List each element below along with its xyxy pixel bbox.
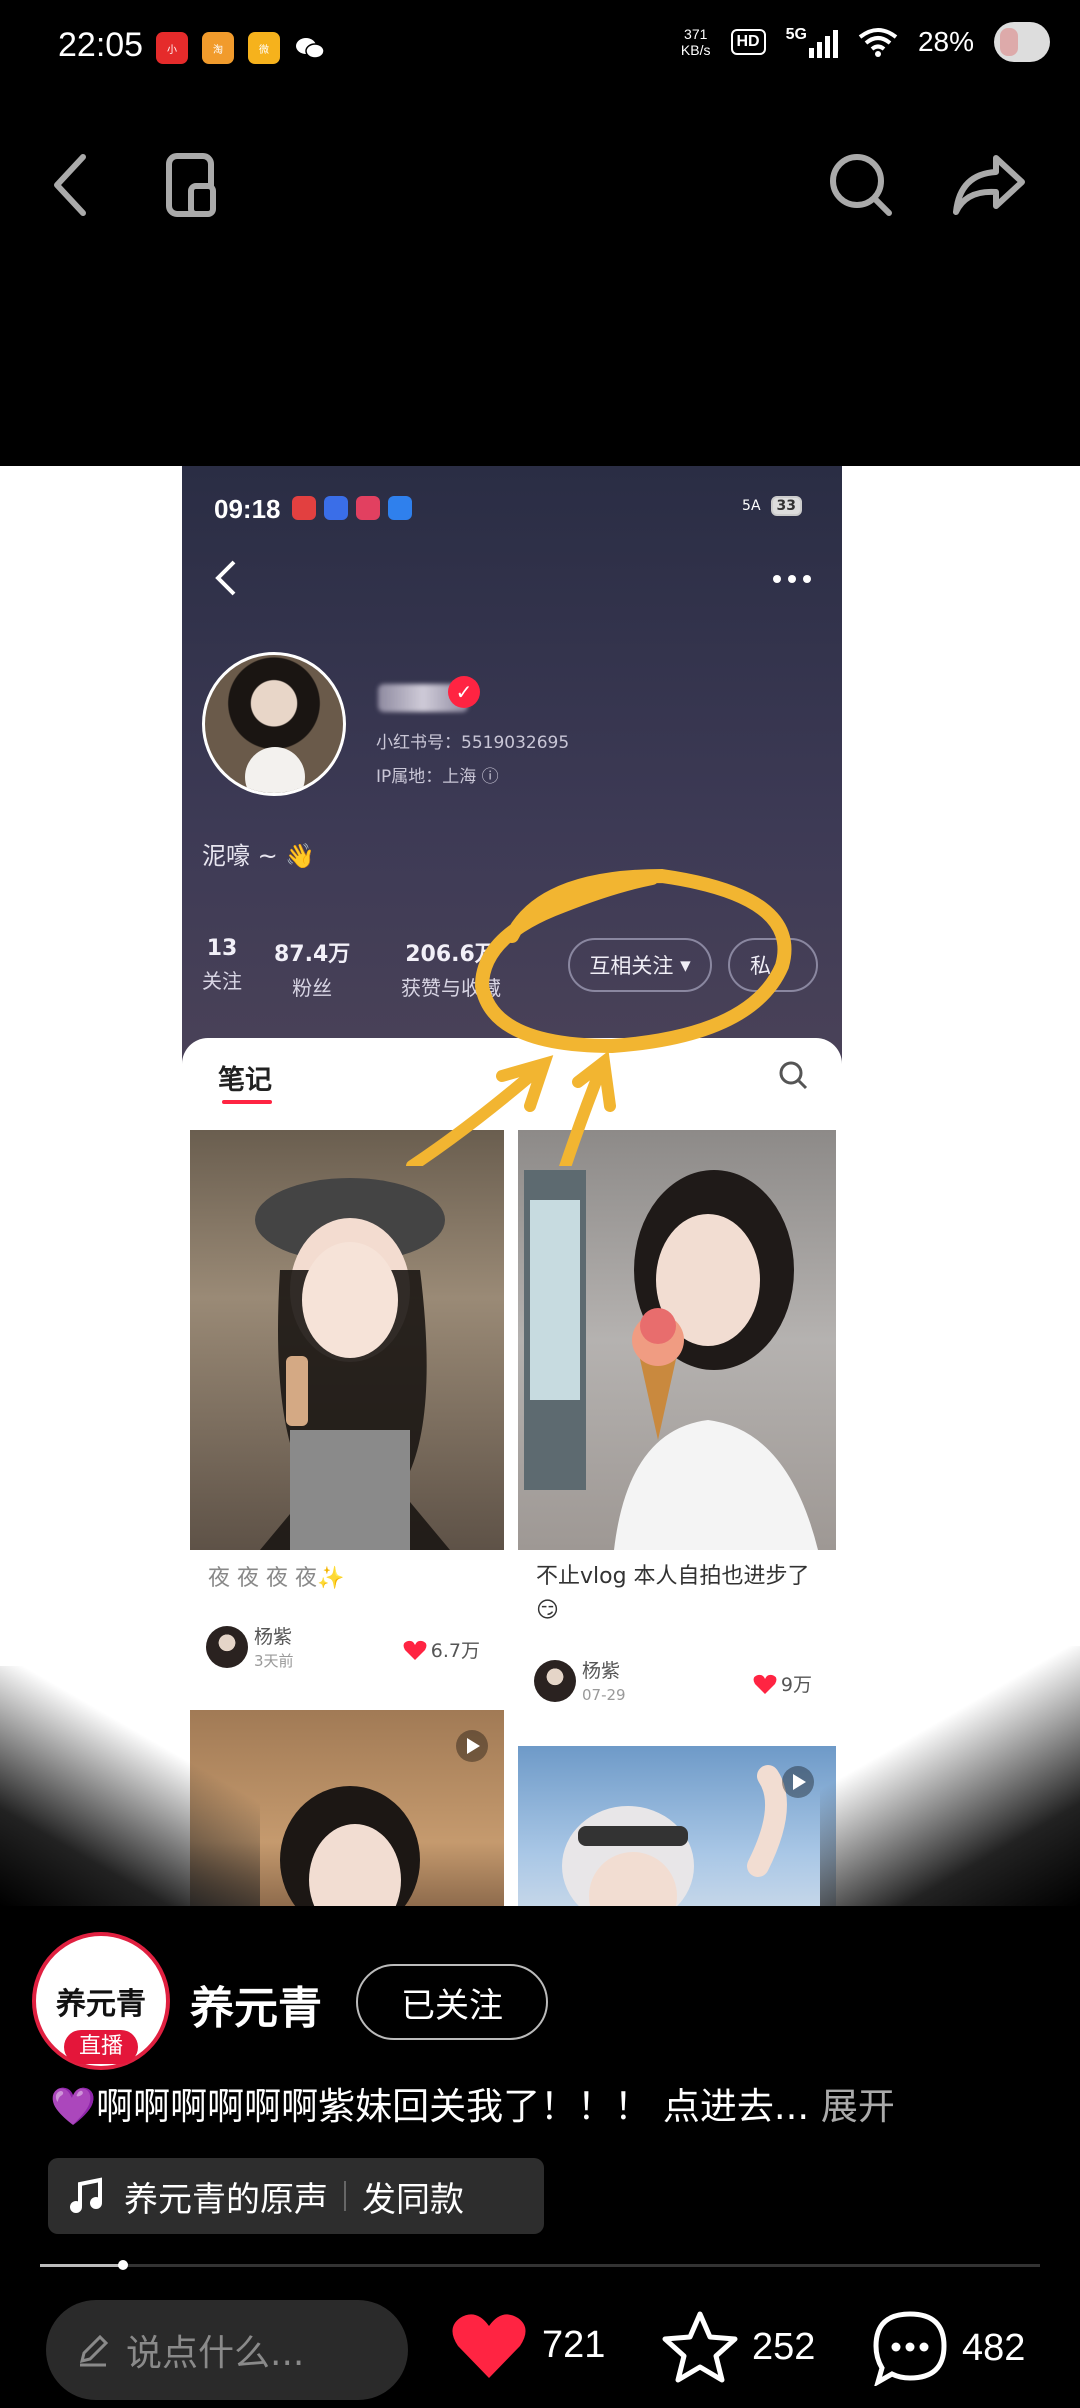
author-name[interactable]: 养元青 — [190, 1972, 322, 2036]
floating-window-icon — [166, 153, 216, 217]
share-button[interactable] — [944, 140, 1034, 230]
note-card-date: 07-29 — [582, 1686, 626, 1704]
note-card-title: 夜 夜 夜 夜✨ — [208, 1566, 345, 1591]
expand-link[interactable]: 展开 — [821, 2085, 895, 2128]
note-card-image — [190, 1130, 504, 1550]
note-card-title: 不止vlog 本人自拍也进步了😏 — [536, 1564, 810, 1623]
note-card: 不止vlog 本人自拍也进步了😏 杨紫 07-29 9万 — [518, 1130, 836, 1730]
battery-icon — [994, 22, 1050, 62]
highlight-circle-annotation — [406, 868, 792, 1166]
comment-button[interactable]: 482 — [872, 2310, 1025, 2386]
video-caption[interactable]: 💜啊啊啊啊啊啊紫妹回关我了！！！ 点进去... 展开 — [50, 2076, 895, 2130]
cell-signal-icon: 5G — [786, 26, 838, 58]
heart-icon — [452, 2314, 526, 2378]
note-card-image — [518, 1130, 836, 1550]
shopping-app-icon: 淘 — [202, 32, 234, 64]
note-card-likes: 6.7万 — [403, 1636, 480, 1663]
status-time: 22:05 — [58, 26, 144, 64]
top-navigation — [0, 140, 1080, 230]
note-card-like-count: 9万 — [780, 1674, 812, 1696]
music-divider — [344, 2181, 346, 2211]
comment-count: 482 — [962, 2326, 1026, 2369]
notification-icons: 小 淘 微 — [156, 32, 326, 64]
bottom-action-bar: 说点什么... 721 252 482 — [0, 2300, 1080, 2408]
favorite-button[interactable]: 252 — [662, 2310, 815, 2384]
live-badge[interactable]: 直播 — [64, 2030, 138, 2064]
comment-placeholder: 说点什么... — [126, 2333, 305, 2374]
star-icon — [662, 2311, 738, 2383]
note-card-avatar — [534, 1660, 576, 1702]
video-player[interactable]: 09:18 5A 33 ✓ 小红书号：5519032695 IP属地：上海 ⓘ … — [0, 466, 1080, 1906]
video-fade-right — [820, 1646, 1080, 1906]
caption-text: 💜啊啊啊啊啊啊紫妹回关我了！！！ 点进去... — [50, 2085, 810, 2128]
author-row: 养元青 直播 养元青 已关注 — [26, 1926, 1056, 2070]
comment-bubble-icon — [873, 2311, 947, 2386]
heart-icon — [403, 1640, 427, 1660]
system-indicators: 371 KB/s HD 5G 28% — [681, 22, 1050, 62]
note-card: 夜 夜 夜 夜✨ 杨紫 3天前 6.7万 — [190, 1130, 504, 1696]
weibo-app-icon: 微 — [248, 32, 280, 64]
music-chip[interactable]: 养元青的原声 发同款 — [48, 2158, 544, 2234]
network-speed-unit: KB/s — [680, 42, 711, 58]
video-progress-bar[interactable] — [40, 2260, 1040, 2270]
music-note-icon — [70, 2177, 102, 2213]
back-arrow-icon — [54, 154, 86, 216]
network-speed-value: 371 — [684, 26, 708, 42]
comment-input[interactable]: 说点什么... — [46, 2300, 408, 2400]
xiaohongshu-app-icon: 小 — [156, 32, 188, 64]
notes-panel: 笔记 夜 夜 夜 夜✨ 杨紫 3天前 6.7万 不止vlog 本人自拍也进步了😏… — [182, 1038, 842, 1906]
note-card — [518, 1746, 836, 1906]
favorite-count: 252 — [752, 2325, 816, 2368]
follow-button[interactable]: 已关注 — [356, 1964, 548, 2040]
video-frame-profile-screenshot: 09:18 5A 33 ✓ 小红书号：5519032695 IP属地：上海 ⓘ … — [182, 466, 842, 1906]
video-fade-left — [0, 1666, 260, 1906]
status-bar: 22:05 小 淘 微 371 KB/s HD 5G 28% — [0, 0, 1080, 100]
same-style-button[interactable]: 发同款 — [362, 2172, 464, 2221]
note-card-author: 杨紫 — [254, 1626, 293, 1648]
note-card-like-count: 6.7万 — [430, 1640, 480, 1662]
note-card-author: 杨紫 — [582, 1660, 621, 1682]
search-icon — [830, 154, 892, 216]
pencil-icon — [79, 2334, 109, 2367]
music-label: 养元青的原声 — [124, 2179, 328, 2220]
hd-icon: HD — [730, 29, 766, 55]
progress-handle[interactable] — [118, 2260, 128, 2270]
like-count: 721 — [542, 2323, 606, 2366]
note-card-likes: 9万 — [753, 1670, 812, 1697]
wechat-app-icon — [294, 32, 326, 64]
small-window-button[interactable] — [148, 140, 238, 230]
wifi-icon — [858, 28, 898, 57]
author-avatar-text: 养元青 — [56, 1987, 146, 2022]
network-type: 5G — [785, 26, 807, 43]
battery-percent: 28% — [917, 26, 974, 57]
network-speed: 371 KB/s — [681, 26, 711, 58]
like-button[interactable]: 721 — [450, 2310, 605, 2380]
heart-icon — [753, 1674, 777, 1694]
back-button[interactable] — [26, 140, 116, 230]
note-card-avatar — [206, 1626, 248, 1668]
progress-fill — [40, 2264, 123, 2267]
search-button[interactable] — [816, 140, 906, 230]
share-icon — [953, 155, 1025, 215]
